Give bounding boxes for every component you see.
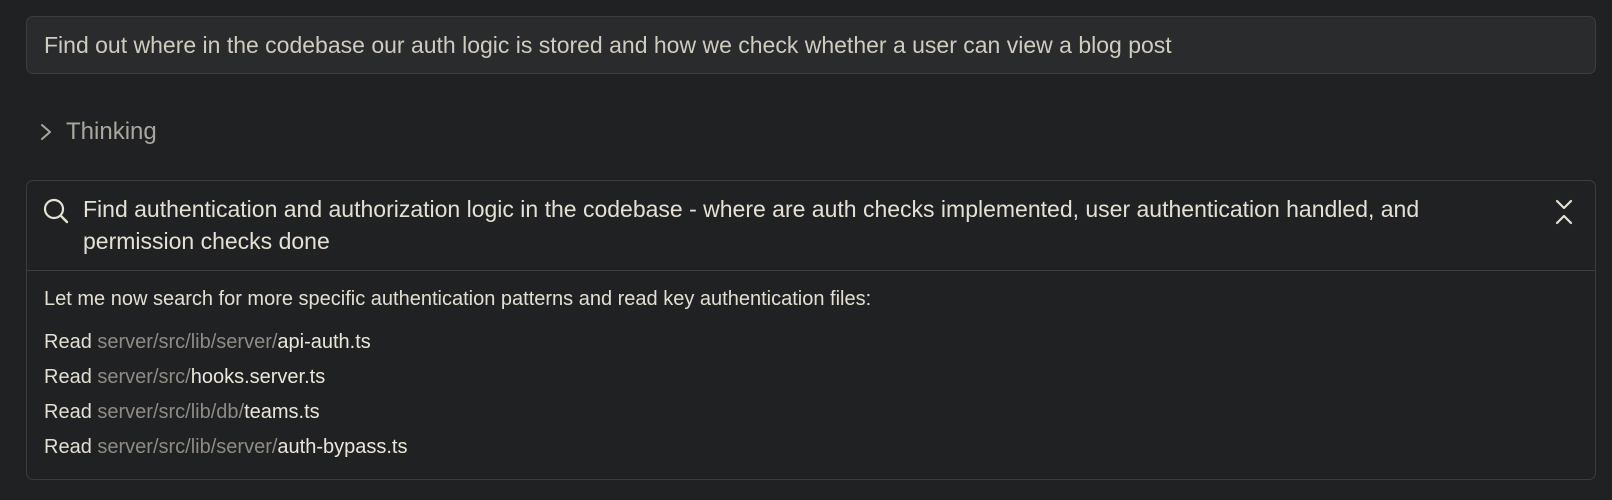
tool-call-header[interactable]: Find authentication and authorization lo… [27, 181, 1595, 271]
read-dir: server/src/lib/server/ [97, 331, 278, 353]
search-icon [42, 197, 70, 225]
thinking-toggle[interactable]: Thinking [36, 115, 157, 149]
read-dir: server/src/lib/db/ [97, 401, 245, 423]
read-entry[interactable]: Read server/src/lib/server/api-auth.ts [44, 325, 1579, 360]
thinking-label: Thinking [66, 118, 157, 145]
read-file: auth-bypass.ts [277, 436, 408, 458]
user-prompt-text: Find out where in the codebase our auth … [44, 31, 1172, 58]
read-file: api-auth.ts [277, 331, 371, 353]
chat-transcript: Find out where in the codebase our auth … [0, 0, 1612, 500]
tool-call-intro: Let me now search for more specific auth… [44, 288, 872, 310]
read-verb: Read [44, 401, 92, 423]
read-verb: Read [44, 331, 92, 353]
read-dir: server/src/ [97, 366, 191, 388]
read-entry[interactable]: Read server/src/hooks.server.ts [44, 360, 1579, 395]
read-verb: Read [44, 366, 92, 388]
read-file: hooks.server.ts [190, 366, 326, 388]
tool-call-card: Find authentication and authorization lo… [26, 180, 1596, 480]
read-entry[interactable]: Read server/src/lib/server/auth-bypass.t… [44, 430, 1579, 465]
read-dir: server/src/lib/server/ [97, 436, 278, 458]
read-entry[interactable]: Read server/src/lib/db/teams.ts [44, 395, 1579, 430]
read-file: teams.ts [244, 401, 320, 423]
tool-call-body: Let me now search for more specific auth… [27, 271, 1595, 465]
user-prompt[interactable]: Find out where in the codebase our auth … [26, 16, 1596, 74]
chevron-right-icon [36, 122, 56, 142]
collapse-icon[interactable] [1551, 197, 1577, 227]
read-verb: Read [44, 436, 92, 458]
tool-call-query: Find authentication and authorization lo… [83, 196, 1420, 254]
